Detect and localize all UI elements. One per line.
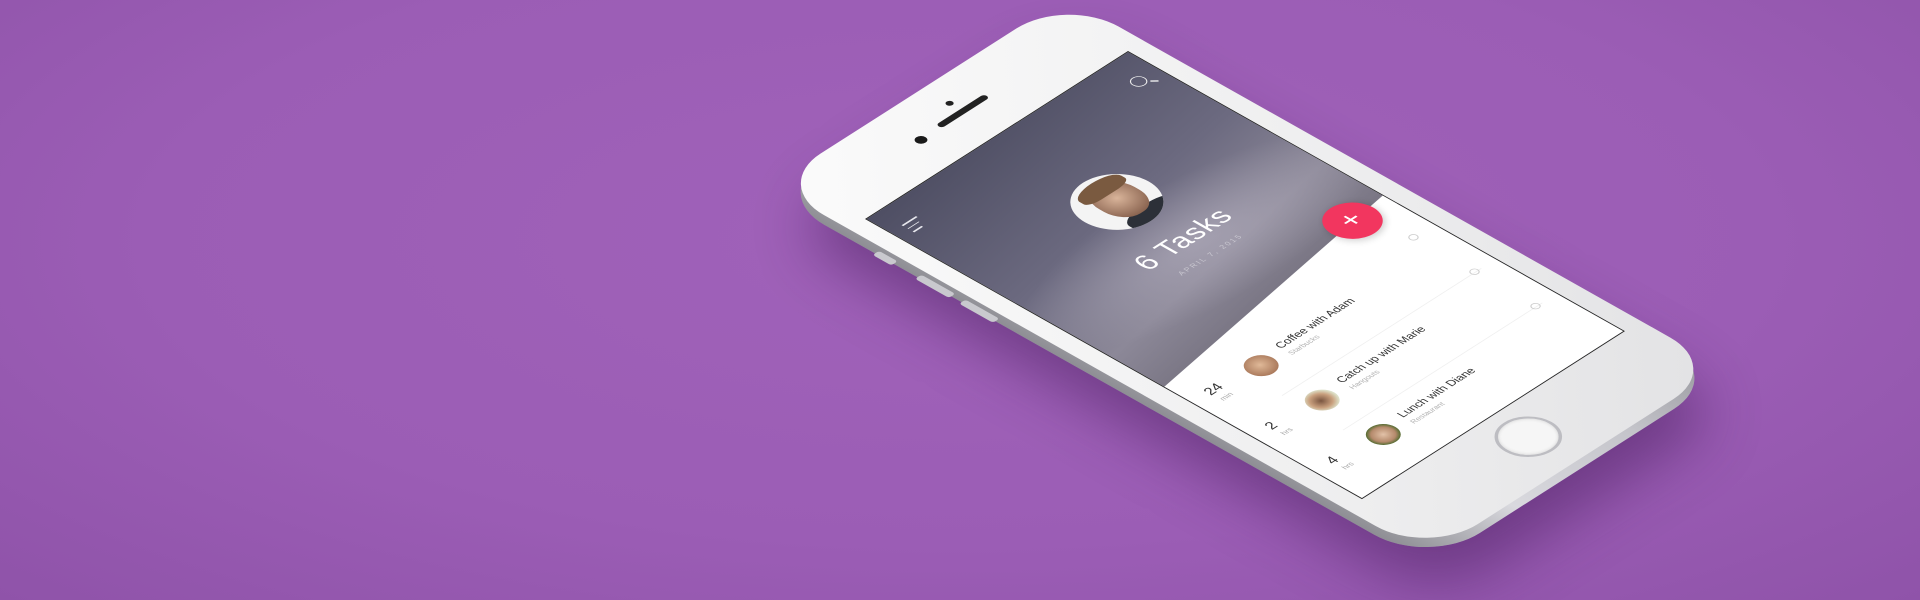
phone-mockup: 6 Tasks APRIL 7, 2015 + 24 min Coffee wi… [769,0,1726,566]
menu-icon[interactable] [901,216,930,233]
avatar [1358,419,1408,450]
avatar [1297,385,1347,415]
avatar [1236,350,1286,381]
duration-value: 2 [1260,419,1282,433]
search-icon[interactable] [1126,74,1151,89]
duration-value: 4 [1321,454,1344,467]
